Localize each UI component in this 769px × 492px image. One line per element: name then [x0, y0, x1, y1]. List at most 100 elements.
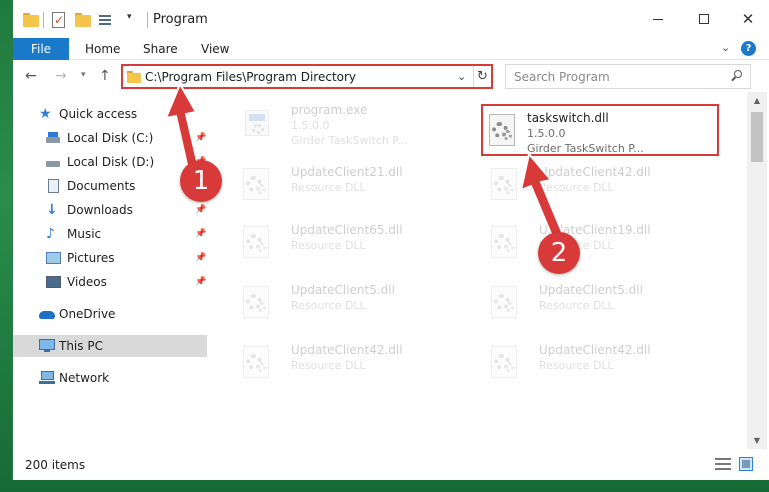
file-item[interactable]: UpdateClient21.dll Resource DLL	[215, 160, 453, 212]
dll-gear-icon	[243, 286, 271, 320]
file-item-program-exe[interactable]: program.exe 1.5.0.0 Girder TaskSwitch P.…	[215, 98, 453, 150]
sidebar-item-label: Music	[67, 227, 102, 241]
tab-view[interactable]: View	[191, 38, 239, 60]
file-name: UpdateClient65.dll	[291, 223, 403, 237]
drive-icon	[46, 155, 62, 169]
back-arrow-icon[interactable]: ←	[25, 68, 37, 84]
content-area: ★ Quick access Local Disk (C:) 📌 Local D…	[13, 92, 769, 449]
file-description: Resource DLL	[291, 359, 366, 372]
sidebar-item-videos[interactable]: Videos 📌	[13, 271, 207, 293]
search-icon[interactable]	[730, 70, 742, 82]
details-view-icon[interactable]	[715, 458, 731, 470]
maximize-button[interactable]	[681, 0, 727, 38]
file-description: Resource DLL	[539, 299, 614, 312]
sidebar-item-label: This PC	[59, 339, 103, 353]
ribbon-tabs: File Home Share View ⌄ ?	[13, 38, 769, 60]
title-separator	[147, 12, 148, 28]
vertical-scrollbar[interactable]: ▲ ▼	[747, 92, 767, 449]
pin-icon[interactable]: 📌	[195, 253, 206, 263]
file-item-taskswitch-dll[interactable]: taskswitch.dll 1.5.0.0 Girder TaskSwitch…	[481, 104, 719, 156]
navigation-bar: ← → ▾ ↑ C:\Program Files\Program Directo…	[13, 60, 769, 92]
dll-gear-icon	[489, 114, 517, 148]
toolbar-separator	[43, 12, 44, 28]
recent-locations-chevron-icon[interactable]: ▾	[81, 70, 86, 80]
tab-file[interactable]: File	[13, 38, 69, 60]
drive-icon	[46, 131, 62, 145]
pin-icon[interactable]: 📌	[195, 229, 206, 239]
file-list: program.exe 1.5.0.0 Girder TaskSwitch P.…	[209, 92, 747, 449]
customize-toolbar-chevron-icon[interactable]: ▾	[127, 12, 132, 22]
dll-gear-icon	[491, 286, 519, 320]
file-item[interactable]: UpdateClient65.dll Resource DLL	[215, 218, 453, 270]
sidebar-item-label: OneDrive	[59, 307, 116, 321]
sidebar-item-label: Quick access	[59, 107, 138, 121]
videos-icon	[46, 275, 62, 289]
file-item[interactable]: UpdateClient42.dll Resource DLL	[215, 338, 453, 390]
pin-icon[interactable]: 📌	[195, 205, 206, 215]
sidebar-item-downloads[interactable]: ↓ Downloads 📌	[13, 199, 207, 221]
sidebar-item-label: Local Disk (D:)	[67, 155, 155, 169]
expand-ribbon-chevron-icon[interactable]: ⌄	[721, 41, 730, 54]
network-icon	[39, 371, 55, 385]
exe-icon	[243, 106, 271, 140]
folder-icon[interactable]	[23, 12, 39, 28]
new-folder-icon[interactable]	[75, 12, 91, 28]
file-description: Resource DLL	[291, 239, 366, 252]
sidebar-item-this-pc[interactable]: This PC	[13, 335, 207, 357]
close-button[interactable]: ✕	[725, 0, 769, 38]
step-badge-2: 2	[538, 232, 580, 274]
file-description: Resource DLL	[291, 299, 366, 312]
rename-icon[interactable]	[99, 12, 115, 28]
explorer-window: ✓ ▾ Program ✕ File Home Share View ⌄ ? ←…	[12, 0, 769, 480]
sidebar-item-label: Pictures	[67, 251, 115, 265]
sidebar-item-pictures[interactable]: Pictures 📌	[13, 247, 207, 269]
large-icons-view-icon[interactable]	[739, 457, 753, 471]
dll-gear-icon	[243, 226, 271, 260]
file-item[interactable]: UpdateClient42.dll Resource DLL	[463, 338, 701, 390]
pin-icon[interactable]: 📌	[195, 277, 206, 287]
step-badge-1: 1	[180, 160, 222, 202]
file-name: program.exe	[291, 103, 368, 117]
file-name: UpdateClient5.dll	[291, 283, 395, 297]
sidebar-item-label: Documents	[67, 179, 136, 193]
sidebar-item-network[interactable]: Network	[13, 367, 207, 389]
sidebar-item-onedrive[interactable]: OneDrive	[13, 303, 207, 325]
properties-check-icon[interactable]: ✓	[51, 12, 67, 28]
minimize-button[interactable]	[635, 0, 681, 38]
forward-arrow-icon[interactable]: →	[55, 68, 67, 84]
sidebar-item-label: Downloads	[67, 203, 133, 217]
music-icon: ♪	[46, 226, 55, 242]
file-version: 1.5.0.0	[291, 119, 330, 132]
scroll-down-arrow-icon[interactable]: ▼	[747, 432, 767, 449]
search-input[interactable]: Search Program	[505, 64, 751, 89]
file-description: Resource DLL	[291, 181, 366, 194]
scrollbar-thumb[interactable]	[751, 112, 763, 162]
file-name: UpdateClient21.dll	[291, 165, 403, 179]
file-name: UpdateClient5.dll	[539, 283, 643, 297]
scroll-up-arrow-icon[interactable]: ▲	[747, 92, 767, 109]
cloud-icon	[39, 307, 55, 321]
status-bar: 200 items	[13, 449, 769, 480]
computer-icon	[39, 339, 55, 353]
pictures-icon	[46, 251, 62, 265]
star-icon: ★	[39, 106, 52, 122]
dll-gear-icon	[243, 346, 271, 380]
refresh-icon[interactable]: ↻	[473, 66, 491, 87]
window-title: Program	[153, 12, 208, 27]
sidebar-item-label: Local Disk (C:)	[67, 131, 154, 145]
tab-home[interactable]: Home	[75, 38, 130, 60]
tab-share[interactable]: Share	[133, 38, 188, 60]
file-name: UpdateClient42.dll	[539, 343, 651, 357]
documents-icon	[46, 179, 62, 193]
dll-gear-icon	[491, 346, 519, 380]
help-icon[interactable]: ?	[741, 41, 756, 56]
sidebar-item-music[interactable]: ♪ Music 📌	[13, 223, 207, 245]
file-item[interactable]: UpdateClient5.dll Resource DLL	[463, 278, 701, 330]
file-description: Girder TaskSwitch P...	[291, 134, 408, 147]
title-bar: ✓ ▾ Program ✕	[13, 0, 769, 38]
up-arrow-icon[interactable]: ↑	[99, 68, 111, 84]
address-dropdown-chevron-icon[interactable]: ⌄	[457, 70, 466, 83]
folder-icon	[127, 71, 141, 83]
file-item[interactable]: UpdateClient5.dll Resource DLL	[215, 278, 453, 330]
sidebar-item-label: Videos	[67, 275, 107, 289]
